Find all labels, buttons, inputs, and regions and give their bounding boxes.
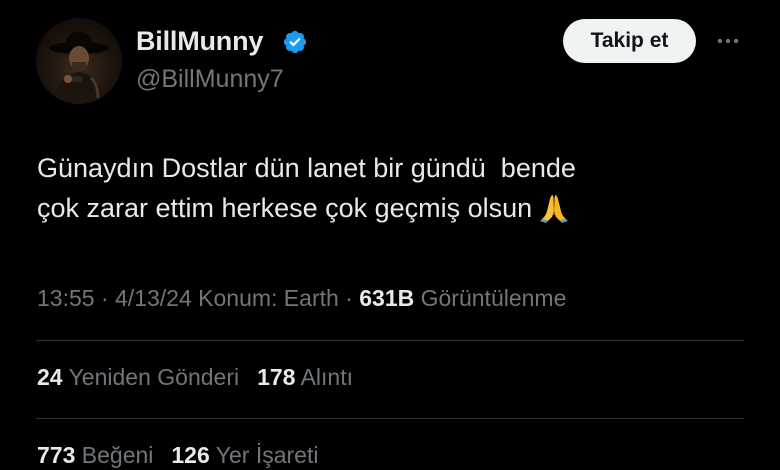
views-label: Görüntülenme [420, 285, 567, 311]
tweet-detail: BillMunny @BillMunny7 Takip et Günaydın … [0, 0, 780, 470]
more-options-button[interactable] [710, 26, 746, 56]
likes-label: Beğeni [81, 442, 154, 468]
views-count: 631B [359, 285, 415, 311]
author-display-name[interactable]: BillMunny [136, 26, 263, 57]
reposts-label: Yeniden Gönderi [68, 364, 240, 390]
stats-row-reposts: 24 Yeniden Gönderi 178 Alıntı [37, 364, 353, 391]
meta-separator: · [100, 285, 109, 311]
author-handle[interactable]: @BillMunny7 [136, 65, 284, 94]
follow-button[interactable]: Takip et [563, 19, 696, 63]
avatar-image [49, 31, 109, 104]
meta-separator: · [345, 285, 353, 311]
stats-row-likes: 773 Beğeni 126 Yer İşareti [37, 442, 318, 469]
divider [36, 340, 744, 341]
tweet-meta: 13:55 · 4/13/24 Konum: Earth · 631B Görü… [37, 285, 566, 312]
divider [36, 418, 744, 419]
tweet-text: Günaydın Dostlar dün lanet bir gündü ben… [37, 148, 737, 234]
bookmarks-count: 126 [171, 442, 210, 468]
quotes-count: 178 [257, 364, 296, 390]
likes-link[interactable]: 773 Beğeni [37, 442, 153, 468]
reposts-link[interactable]: 24 Yeniden Gönderi [37, 364, 239, 390]
reposts-count: 24 [37, 364, 63, 390]
quotes-link[interactable]: 178 Alıntı [257, 364, 353, 390]
folded-hands-emoji-icon [538, 191, 570, 234]
tweet-location: Konum: Earth [198, 285, 339, 311]
quotes-label: Alıntı [300, 364, 354, 390]
likes-count: 773 [37, 442, 76, 468]
bookmarks-link[interactable]: 126 Yer İşareti [171, 442, 318, 468]
avatar[interactable] [36, 18, 122, 104]
tweet-text-line-1: Günaydın Dostlar dün lanet bir gündü ben… [37, 153, 576, 183]
tweet-text-line-2: çok zarar ettim herkese çok geçmiş olsun [37, 193, 533, 223]
bookmarks-label: Yer İşareti [215, 442, 319, 468]
more-dots-icon [717, 38, 739, 44]
verified-badge-icon [283, 30, 307, 54]
tweet-date[interactable]: 4/13/24 [115, 285, 192, 311]
tweet-time[interactable]: 13:55 [37, 285, 95, 311]
